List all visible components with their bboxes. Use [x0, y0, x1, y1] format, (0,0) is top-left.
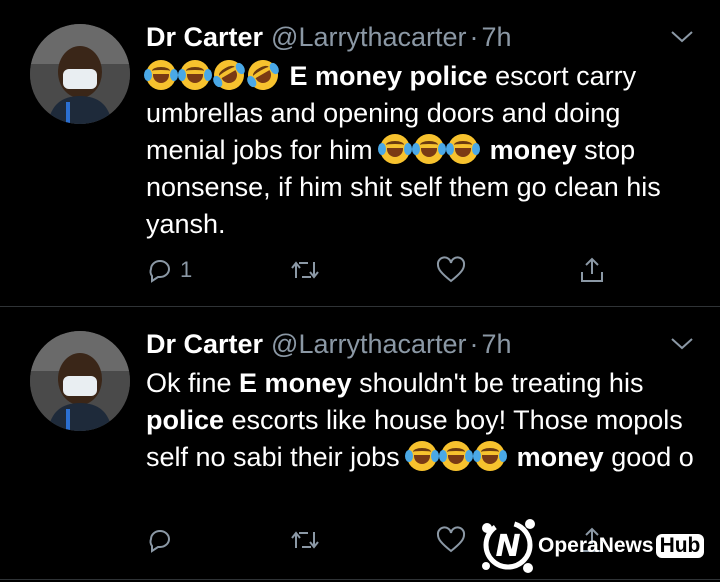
reply-button[interactable]: 1 [146, 256, 192, 284]
tweet-text-segment: shouldn't be treating his [351, 368, 644, 398]
operanews-hub-watermark: N OperaNews Hub [478, 514, 710, 576]
chevron-down-icon[interactable] [670, 337, 694, 356]
face-with-tears-of-joy-emoji [178, 60, 212, 90]
tweet-text-segment: good o [603, 442, 694, 472]
tweet-text-segment: Ok fine [146, 368, 240, 398]
chevron-down-icon[interactable] [670, 30, 694, 49]
watermark-hub: Hub [655, 534, 705, 558]
face-with-tears-of-joy-emoji [446, 134, 481, 164]
watermark-text: OperaNews Hub [538, 534, 705, 558]
tweet-actions: 1 [146, 256, 616, 290]
author-name[interactable]: Dr Carter [146, 329, 263, 359]
face-with-tears-of-joy-emoji [378, 134, 413, 164]
face-with-tears-of-joy-emoji [405, 441, 440, 471]
timestamp[interactable]: 7h [482, 22, 512, 52]
tweet-header: Dr Carter @Larrythacarter · 7h [146, 329, 512, 360]
author-handle[interactable]: @Larrythacarter [271, 22, 466, 52]
like-button[interactable] [436, 256, 466, 284]
tweet-text: E money police escort carry umbrellas an… [144, 54, 706, 243]
like-button[interactable] [436, 526, 466, 554]
author-name[interactable]: Dr Carter [146, 22, 263, 52]
retweet-icon [291, 531, 319, 549]
avatar[interactable] [30, 24, 130, 124]
author-handle[interactable]: @Larrythacarter [271, 329, 466, 359]
face-with-tears-of-joy-emoji [439, 441, 474, 471]
timestamp[interactable]: 7h [482, 329, 512, 359]
separator-dot: · [469, 22, 479, 52]
face-with-tears-of-joy-emoji [473, 441, 508, 471]
face-with-tears-of-joy-emoji [412, 134, 447, 164]
tweet-text: Ok fine E money shouldn't be treating hi… [146, 365, 706, 476]
avatar[interactable] [30, 331, 130, 431]
reply-button[interactable] [146, 526, 180, 554]
retweet-button[interactable] [290, 256, 320, 284]
separator-dot: · [469, 329, 479, 359]
tweet-text-segment: money [516, 442, 604, 472]
operanews-logo-icon: N [482, 519, 535, 573]
reply-count: 1 [180, 257, 193, 282]
tweet-text-segment: police [146, 405, 225, 435]
tweet-header: Dr Carter @Larrythacarter · 7h [146, 22, 512, 53]
svg-text:N: N [495, 529, 520, 564]
share-icon [581, 257, 603, 282]
like-icon [436, 526, 466, 553]
tweet-text-segment: E money [239, 368, 352, 398]
retweet-button[interactable] [290, 526, 320, 554]
reply-icon [149, 530, 170, 553]
rofl-emoji [242, 54, 284, 96]
rofl-emoji [208, 54, 250, 96]
share-button[interactable] [578, 256, 606, 284]
tweet-divider [0, 579, 720, 580]
like-icon [436, 256, 466, 283]
watermark-brand: OperaNews [538, 534, 654, 557]
tweet-text-segment: money [489, 135, 577, 165]
tweet[interactable]: Dr Carter @Larrythacarter · 7h E money poli… [0, 0, 720, 306]
face-with-tears-of-joy-emoji [144, 60, 178, 90]
tweet-text-segment: E money police [289, 61, 488, 91]
retweet-icon [291, 261, 319, 279]
reply-icon [149, 260, 170, 283]
